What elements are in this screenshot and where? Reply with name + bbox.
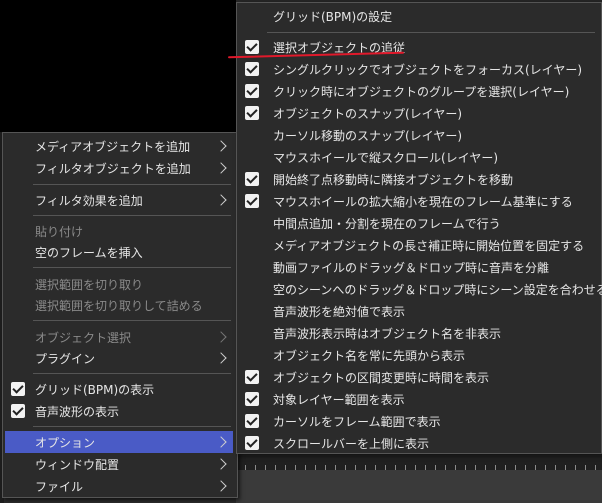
option-label: マウスホイールで縦スクロール(レイヤー) [273,150,499,165]
option-scrollbar-top[interactable]: スクロールバーを上側に表示 [237,432,601,454]
option-label: 動画ファイルのドラッグ＆ドロップ時に音声を分離 [273,260,550,275]
preview-area [0,0,236,132]
checkbox-checked-icon [245,40,259,54]
option-label: オブジェクト名を常に先頭から表示 [273,348,466,363]
option-label: オブジェクトのスナップ(レイヤー) [273,106,463,121]
chevron-right-icon [215,480,227,492]
option-select-group-on-click[interactable]: クリック時にオブジェクトのグループを選択(レイヤー) [237,80,601,102]
menu-separator [33,373,231,374]
option-wheel-vertical-scroll[interactable]: マウスホイールで縦スクロール(レイヤー) [237,146,601,168]
menu-item-show-waveform[interactable]: 音声波形の表示 [3,400,237,422]
option-label: メディアオブジェクトの長さ補正時に開始位置を固定する [273,238,585,253]
chevron-right-icon [215,140,227,152]
menu-item-cut-selection-and-close[interactable]: 選択範囲を切り取りして詰める [3,294,237,316]
option-cursor-snap[interactable]: カーソル移動のスナップ(レイヤー) [237,124,601,146]
menu-item-label: 貼り付け [35,224,84,239]
chevron-right-icon [215,194,227,206]
checkbox-checked-icon [245,194,259,208]
menu-item-object-select[interactable]: オブジェクト選択 [3,326,237,348]
menu-item-label: フィルタオブジェクトを追加 [35,161,191,176]
menu-item-label: ファイル [35,479,84,494]
checkbox-checked-icon [245,392,259,406]
menu-item-label: 音声波形の表示 [35,404,120,419]
checkbox-checked-icon [11,382,25,396]
option-label: スクロールバーを上側に表示 [273,436,430,451]
menu-item-plugins[interactable]: プラグイン [3,347,237,369]
menu-item-label: プラグイン [35,351,96,366]
menu-separator [33,215,231,216]
checkbox-checked-icon [245,84,259,98]
menu-item-insert-empty-frame[interactable]: 空のフレームを挿入 [3,241,237,263]
options-submenu: グリッド(BPM)の設定 選択オブジェクトの追従 シングルクリックでオブジェクト… [236,2,602,454]
option-label: 開始終了点移動時に隣接オブジェクトを移動 [273,172,514,187]
menu-item-label: 選択範囲を切り取りして詰める [35,298,203,313]
menu-separator [267,32,595,33]
option-hide-name-with-waveform[interactable]: 音声波形表示時はオブジェクト名を非表示 [237,322,601,344]
checkbox-checked-icon [245,370,259,384]
option-show-time-on-range-change[interactable]: オブジェクトの区間変更時に時間を表示 [237,366,601,388]
chevron-right-icon [215,162,227,174]
option-label: 音声波形表示時はオブジェクト名を非表示 [273,326,502,341]
checkbox-checked-icon [245,414,259,428]
menu-item-label: オブジェクト選択 [35,330,132,345]
option-cursor-frame-range[interactable]: カーソルをフレーム範囲で表示 [237,410,601,432]
menu-item-show-grid[interactable]: グリッド(BPM)の表示 [3,378,237,400]
checkbox-checked-icon [245,62,259,76]
option-show-target-layer-range[interactable]: 対象レイヤー範囲を表示 [237,388,601,410]
option-single-click-focus[interactable]: シングルクリックでオブジェクトをフォーカス(レイヤー) [237,58,601,80]
menu-separator [33,184,231,185]
option-label: グリッド(BPM)の設定 [273,9,393,24]
menu-item-label: 選択範囲を切り取り [35,277,144,292]
option-label: 中間点追加・分割を現在のフレームで行う [273,216,501,231]
timeline-context-menu: メディアオブジェクトを追加 フィルタオブジェクトを追加 フィルタ効果を追加 貼り… [2,132,238,498]
option-fix-start-position[interactable]: メディアオブジェクトの長さ補正時に開始位置を固定する [237,234,601,256]
option-label: クリック時にオブジェクトのグループを選択(レイヤー) [273,84,570,99]
option-name-from-start[interactable]: オブジェクト名を常に先頭から表示 [237,344,601,366]
checkbox-checked-icon [245,106,259,120]
checkbox-checked-icon [11,404,25,418]
option-label: 空のシーンへのドラッグ＆ドロップ時にシーン設定を合わせる [273,282,602,297]
menu-item-add-media-object[interactable]: メディアオブジェクトを追加 [3,135,237,157]
menu-item-add-filter-effect[interactable]: フィルタ効果を追加 [3,189,237,211]
menu-item-cut-selection[interactable]: 選択範囲を切り取り [3,273,237,295]
menu-item-label: ウィンドウ配置 [35,457,120,472]
option-label: カーソル移動のスナップ(レイヤー) [273,128,463,143]
chevron-right-icon [215,458,227,470]
menu-separator [33,426,231,427]
option-label: オブジェクトの区間変更時に時間を表示 [273,370,490,385]
timeline-ruler[interactable] [236,456,602,470]
timeline-track[interactable] [236,470,602,503]
menu-separator [33,320,231,321]
checkbox-checked-icon [245,436,259,450]
option-label: 対象レイヤー範囲を表示 [273,392,405,407]
chevron-right-icon [215,331,227,343]
chevron-right-icon [215,352,227,364]
menu-item-options[interactable]: オプション [5,431,233,453]
menu-item-label: グリッド(BPM)の表示 [35,382,155,397]
menu-item-window-layout[interactable]: ウィンドウ配置 [3,453,237,475]
menu-item-label: オプション [35,435,96,450]
menu-item-add-filter-object[interactable]: フィルタオブジェクトを追加 [3,157,237,179]
option-move-adjacent-objects[interactable]: 開始終了点移動時に隣接オブジェクトを移動 [237,168,601,190]
option-object-snap[interactable]: オブジェクトのスナップ(レイヤー) [237,102,601,124]
option-split-audio-on-drop[interactable]: 動画ファイルのドラッグ＆ドロップ時に音声を分離 [237,256,601,278]
menu-item-label: フィルタ効果を追加 [35,193,143,208]
option-label: 音声波形を絶対値で表示 [273,304,406,319]
option-label: マウスホイールの拡大縮小を現在のフレーム基準にする [273,194,573,209]
chevron-right-icon [215,436,227,448]
option-waveform-absolute[interactable]: 音声波形を絶対値で表示 [237,300,601,322]
option-midpoint-current-frame[interactable]: 中間点追加・分割を現在のフレームで行う [237,212,601,234]
menu-item-paste[interactable]: 貼り付け [3,220,237,242]
menu-item-file[interactable]: ファイル [3,475,237,497]
option-grid-settings[interactable]: グリッド(BPM)の設定 [237,5,601,27]
option-label: シングルクリックでオブジェクトをフォーカス(レイヤー) [273,62,583,77]
option-wheel-zoom-current-frame[interactable]: マウスホイールの拡大縮小を現在のフレーム基準にする [237,190,601,212]
menu-item-label: メディアオブジェクトを追加 [35,139,191,154]
menu-item-label: 空のフレームを挿入 [35,245,143,260]
option-match-scene-settings[interactable]: 空のシーンへのドラッグ＆ドロップ時にシーン設定を合わせる [237,278,602,300]
option-label: カーソルをフレーム範囲で表示 [273,414,441,429]
menu-separator [33,267,231,268]
checkbox-checked-icon [245,172,259,186]
